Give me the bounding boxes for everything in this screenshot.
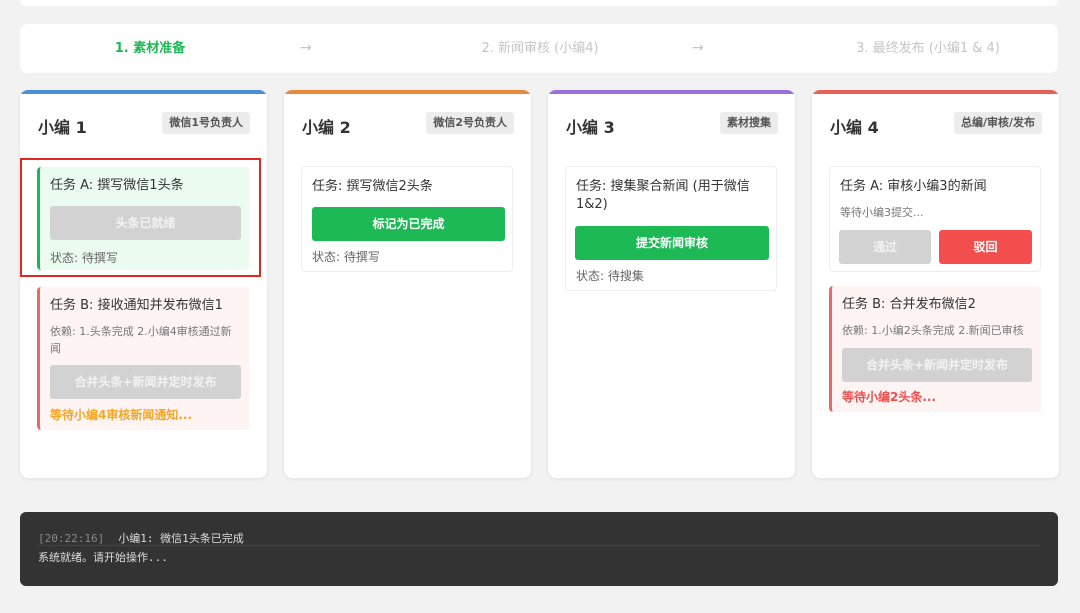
task-dependency: 依赖: 1.小编2头条完成 2.新闻已审核 bbox=[842, 324, 1024, 337]
log-entry: [20:22:16] 小编1: 微信1头条已完成 bbox=[38, 530, 244, 546]
step-news-review: 2. 新闻审核 (小编4) bbox=[481, 41, 599, 56]
step-final-publish: 3. 最终发布 (小编1 & 4) bbox=[856, 41, 1000, 56]
log-timestamp: [20:22:16] bbox=[38, 532, 105, 545]
task-card-publish-wechat-1: 任务 B: 接收通知并发布微信1 依赖: 1.头条完成 2.小编4审核通过新闻 … bbox=[37, 287, 249, 430]
column-title: 小编 1 bbox=[38, 118, 87, 137]
merge-publish-button[interactable]: 合并头条+新闻并定时发布 bbox=[50, 365, 241, 399]
task-card-write-headline-2: 任务: 撰写微信2头条 标记为已完成 状态: 待撰写 bbox=[301, 166, 513, 272]
role-badge: 素材搜集 bbox=[720, 112, 778, 134]
task-status: 状态: 待撰写 bbox=[50, 251, 118, 265]
task-title: 任务 A: 撰写微信1头条 bbox=[50, 178, 184, 193]
task-title: 任务: 搜集聚合新闻 (用于微信1&2) bbox=[576, 179, 750, 212]
column-accent-bar bbox=[284, 90, 531, 94]
task-title: 任务: 撰写微信2头条 bbox=[312, 179, 433, 194]
role-badge: 微信1号负责人 bbox=[162, 112, 250, 134]
task-waiting-notice: 等待小编4审核新闻通知... bbox=[50, 408, 193, 422]
activity-log: [20:22:16] 小编1: 微信1头条已完成 系统就绪。请开始操作... bbox=[20, 512, 1058, 586]
workflow-steps: 1. 素材准备 → 2. 新闻审核 (小编4) → 3. 最终发布 (小编1 &… bbox=[20, 24, 1058, 73]
mark-complete-button[interactable]: 标记为已完成 bbox=[312, 207, 505, 241]
step-arrow-icon: → bbox=[300, 40, 312, 56]
column-accent-bar bbox=[812, 90, 1059, 94]
task-waiting-text: 等待小编3提交... bbox=[840, 206, 924, 219]
role-badge: 微信2号负责人 bbox=[426, 112, 514, 134]
column-accent-bar bbox=[548, 90, 795, 94]
task-title: 任务 B: 接收通知并发布微信1 bbox=[50, 298, 223, 313]
headline-ready-button[interactable]: 头条已就绪 bbox=[50, 206, 241, 240]
task-title: 任务 A: 审核小编3的新闻 bbox=[840, 179, 987, 194]
step-material-prep: 1. 素材准备 bbox=[114, 41, 186, 56]
log-entry: 系统就绪。请开始操作... bbox=[38, 551, 168, 564]
merge-publish-button[interactable]: 合并头条+新闻并定时发布 bbox=[842, 348, 1032, 382]
column-title: 小编 3 bbox=[566, 118, 615, 137]
task-title: 任务 B: 合并发布微信2 bbox=[842, 297, 976, 312]
column-editor-2: 小编 2 微信2号负责人 任务: 撰写微信2头条 标记为已完成 状态: 待撰写 bbox=[284, 90, 531, 478]
column-accent-bar bbox=[20, 90, 267, 94]
column-editor-4: 小编 4 总编/审核/发布 任务 A: 审核小编3的新闻 等待小编3提交... … bbox=[812, 90, 1059, 478]
task-status: 状态: 待搜集 bbox=[576, 269, 644, 283]
role-badge: 总编/审核/发布 bbox=[953, 112, 1042, 134]
reject-button[interactable]: 驳回 bbox=[939, 230, 1032, 264]
log-divider bbox=[38, 545, 1040, 546]
column-title: 小编 2 bbox=[302, 118, 351, 137]
log-message: 小编1: 微信1头条已完成 bbox=[118, 532, 244, 545]
top-strip bbox=[20, 0, 1058, 6]
task-card-collect-news: 任务: 搜集聚合新闻 (用于微信1&2) 提交新闻审核 状态: 待搜集 bbox=[565, 166, 777, 291]
task-waiting-notice: 等待小编2头条... bbox=[842, 390, 937, 404]
submit-news-review-button[interactable]: 提交新闻审核 bbox=[575, 226, 769, 260]
task-card-publish-wechat-2: 任务 B: 合并发布微信2 依赖: 1.小编2头条完成 2.新闻已审核 合并头条… bbox=[829, 286, 1041, 412]
approve-button[interactable]: 通过 bbox=[839, 230, 931, 264]
step-arrow-icon: → bbox=[692, 40, 704, 56]
column-editor-1: 小编 1 微信1号负责人 任务 A: 撰写微信1头条 头条已就绪 状态: 待撰写… bbox=[20, 90, 267, 478]
task-dependency: 依赖: 1.头条完成 2.小编4审核通过新闻 bbox=[50, 325, 232, 355]
task-card-write-headline-1: 任务 A: 撰写微信1头条 头条已就绪 状态: 待撰写 bbox=[37, 167, 249, 270]
column-title: 小编 4 bbox=[830, 118, 879, 137]
task-status: 状态: 待撰写 bbox=[312, 250, 380, 264]
task-card-review-news: 任务 A: 审核小编3的新闻 等待小编3提交... 通过 驳回 bbox=[829, 166, 1041, 272]
column-editor-3: 小编 3 素材搜集 任务: 搜集聚合新闻 (用于微信1&2) 提交新闻审核 状态… bbox=[548, 90, 795, 478]
